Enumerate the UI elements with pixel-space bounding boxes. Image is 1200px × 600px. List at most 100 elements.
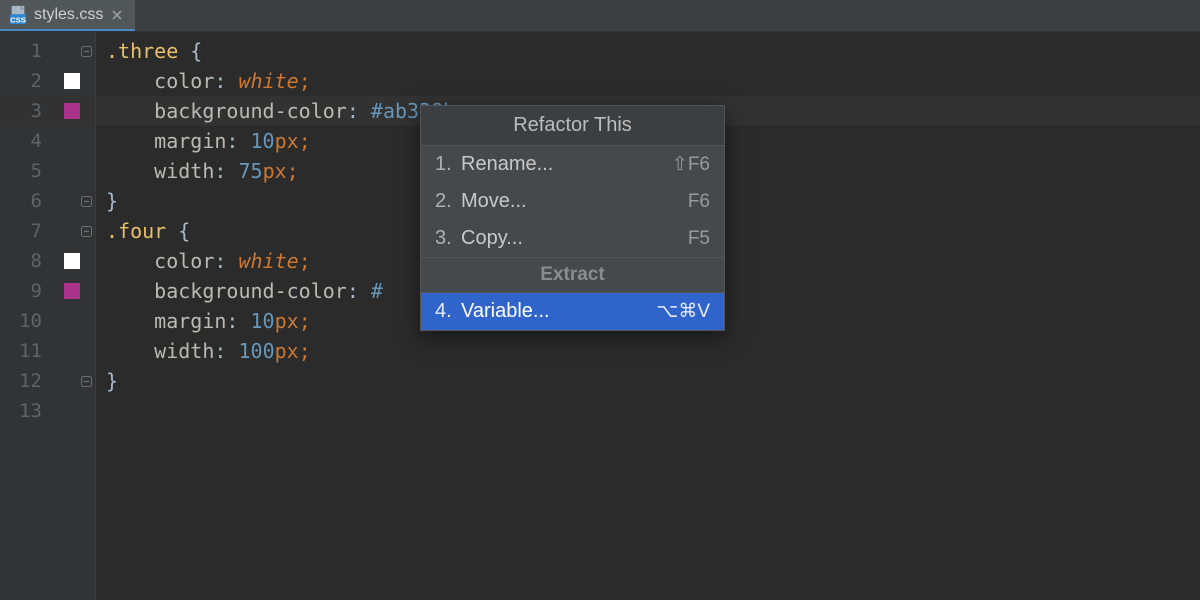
popup-item-label: Rename... <box>461 153 553 176</box>
color-swatch[interactable] <box>64 283 80 299</box>
svg-text:CSS: CSS <box>10 15 26 24</box>
popup-item-number: 3. <box>435 227 457 250</box>
token-indent <box>106 279 154 303</box>
token-semi: ; <box>299 69 311 93</box>
code-line[interactable]: } <box>96 366 1200 396</box>
token-hex: # <box>371 279 383 303</box>
token-prop: color <box>154 249 214 273</box>
gutter-marker-row <box>48 66 95 96</box>
token-sel: .three <box>106 39 190 63</box>
popup-section-extract: Extract <box>421 257 724 293</box>
token-punct: : <box>214 249 238 273</box>
token-punct: : <box>347 99 371 123</box>
code-line[interactable] <box>96 396 1200 426</box>
token-unit: px <box>275 309 299 333</box>
token-punct: { <box>190 39 202 63</box>
tab-styles-css[interactable]: CSS styles.css <box>0 0 135 31</box>
popup-item-label: Copy... <box>461 227 523 250</box>
token-semi: ; <box>299 129 311 153</box>
token-punct: : <box>226 129 250 153</box>
color-swatch[interactable] <box>64 253 80 269</box>
token-unit: px <box>275 129 299 153</box>
popup-item-variable[interactable]: 4.Variable... ⌥⌘V <box>421 293 724 330</box>
tab-bar: CSS styles.css <box>0 0 1200 32</box>
gutter-line-numbers: 12345678910111213 <box>0 32 48 600</box>
token-indent <box>106 309 154 333</box>
line-number: 11 <box>0 336 48 366</box>
code-line[interactable]: color: white; <box>96 66 1200 96</box>
gutter-marker-row <box>48 156 95 186</box>
line-number: 4 <box>0 126 48 156</box>
token-punct: : <box>347 279 371 303</box>
color-swatch[interactable] <box>64 73 80 89</box>
popup-item-label: Variable... <box>461 300 550 323</box>
token-prop: background-color <box>154 279 347 303</box>
token-num: 10 <box>251 309 275 333</box>
token-punct: { <box>178 219 190 243</box>
popup-item-number: 4. <box>435 300 457 323</box>
token-sel: .four <box>106 219 178 243</box>
popup-item-shortcut: F5 <box>688 228 710 250</box>
line-number: 13 <box>0 396 48 426</box>
tab-filename: styles.css <box>34 6 103 24</box>
line-number: 3 <box>0 96 48 126</box>
popup-item-copy[interactable]: 3.Copy... F5 <box>421 220 724 257</box>
token-num: 75 <box>238 159 262 183</box>
gutter-marker-row <box>48 366 95 396</box>
code-line[interactable]: width: 100px; <box>96 336 1200 366</box>
fold-open-icon[interactable] <box>80 225 92 237</box>
gutter-marker-row <box>48 396 95 426</box>
fold-close-icon[interactable] <box>80 195 92 207</box>
token-indent <box>106 69 154 93</box>
line-number: 7 <box>0 216 48 246</box>
gutter-marker-row <box>48 186 95 216</box>
token-indent <box>106 249 154 273</box>
gutter-marker-row <box>48 276 95 306</box>
popup-item-shortcut: F6 <box>688 191 710 213</box>
line-number: 9 <box>0 276 48 306</box>
code-line[interactable]: .three { <box>96 36 1200 66</box>
line-number: 6 <box>0 186 48 216</box>
popup-item-number: 1. <box>435 153 457 176</box>
token-kw: white <box>238 69 298 93</box>
popup-item-number: 2. <box>435 190 457 213</box>
token-kw: white <box>238 249 298 273</box>
token-prop: margin <box>154 129 226 153</box>
gutter-marker-row <box>48 306 95 336</box>
color-swatch[interactable] <box>64 103 80 119</box>
fold-close-icon[interactable] <box>80 375 92 387</box>
token-indent <box>106 129 154 153</box>
token-prop: width <box>154 339 214 363</box>
popup-item-rename[interactable]: 1.Rename...⇧F6 <box>421 146 724 183</box>
token-punct: : <box>214 339 238 363</box>
line-number: 5 <box>0 156 48 186</box>
line-number: 2 <box>0 66 48 96</box>
token-punct: : <box>226 309 250 333</box>
token-punct: } <box>106 189 118 213</box>
token-prop: width <box>154 159 214 183</box>
gutter-marker-row <box>48 216 95 246</box>
gutter-marker-row <box>48 336 95 366</box>
css-file-icon: CSS <box>8 5 28 25</box>
token-num: 10 <box>251 129 275 153</box>
gutter-marker-row <box>48 126 95 156</box>
refactor-popup: Refactor This 1.Rename...⇧F6 2.Move... F6 3… <box>420 105 725 331</box>
gutter-marker-row <box>48 96 95 126</box>
token-punct: : <box>214 159 238 183</box>
gutter-markers <box>48 32 96 600</box>
popup-item-move[interactable]: 2.Move... F6 <box>421 183 724 220</box>
popup-item-label: Move... <box>461 190 527 213</box>
gutter-marker-row <box>48 246 95 276</box>
token-num: 100 <box>238 339 274 363</box>
token-semi: ; <box>287 159 299 183</box>
popup-item-shortcut: ⌥⌘V <box>656 300 710 323</box>
token-semi: ; <box>299 249 311 273</box>
token-unit: px <box>275 339 299 363</box>
token-prop: background-color <box>154 99 347 123</box>
token-prop: color <box>154 69 214 93</box>
token-punct: } <box>106 369 118 393</box>
fold-open-icon[interactable] <box>80 45 92 57</box>
close-icon[interactable] <box>109 7 125 23</box>
token-prop: margin <box>154 309 226 333</box>
popup-title: Refactor This <box>421 106 724 146</box>
